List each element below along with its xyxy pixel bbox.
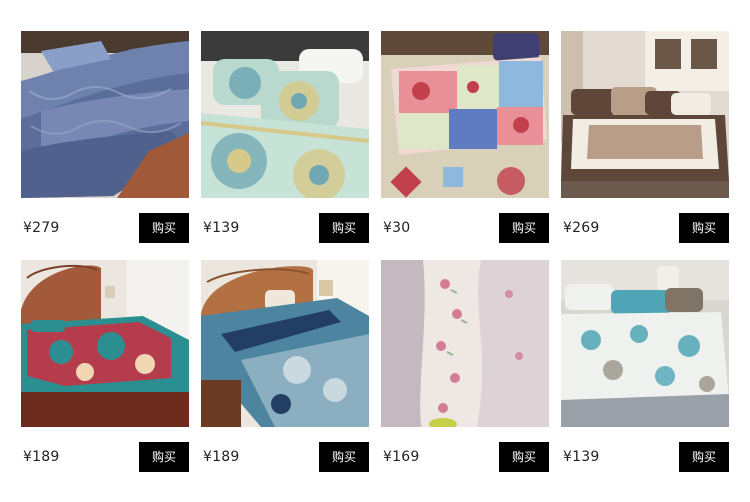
product-meta: ¥189 购买 bbox=[21, 442, 189, 472]
product-image[interactable] bbox=[381, 260, 549, 427]
product-price: ¥279 bbox=[23, 220, 60, 236]
product-image-graphic bbox=[561, 260, 729, 427]
buy-button[interactable]: 购买 bbox=[499, 213, 549, 243]
product-card: ¥139 购买 bbox=[561, 260, 729, 474]
product-image[interactable] bbox=[201, 31, 369, 198]
product-card: ¥189 购买 bbox=[21, 260, 189, 474]
product-image-graphic bbox=[561, 31, 729, 198]
product-meta: ¥269 购买 bbox=[561, 213, 729, 243]
product-price: ¥189 bbox=[203, 449, 240, 465]
product-image[interactable] bbox=[381, 31, 549, 198]
product-price: ¥30 bbox=[383, 220, 411, 236]
product-price: ¥269 bbox=[563, 220, 600, 236]
buy-button[interactable]: 购买 bbox=[319, 442, 369, 472]
buy-button[interactable]: 购买 bbox=[319, 213, 369, 243]
product-image[interactable] bbox=[561, 260, 729, 427]
buy-button[interactable]: 购买 bbox=[499, 442, 549, 472]
product-grid: ¥279 购买 ¥139 购买 ¥30 购买 ¥269 购买 ¥189 购买 ¥… bbox=[21, 31, 729, 474]
product-image-graphic bbox=[201, 260, 369, 427]
product-price: ¥139 bbox=[563, 449, 600, 465]
product-card: ¥169 购买 bbox=[381, 260, 549, 474]
product-card: ¥30 购买 bbox=[381, 31, 549, 245]
product-image-graphic bbox=[201, 31, 369, 198]
buy-button[interactable]: 购买 bbox=[139, 213, 189, 243]
product-card: ¥189 购买 bbox=[201, 260, 369, 474]
product-card: ¥269 购买 bbox=[561, 31, 729, 245]
product-image[interactable] bbox=[21, 260, 189, 427]
product-meta: ¥279 购买 bbox=[21, 213, 189, 243]
product-price: ¥169 bbox=[383, 449, 420, 465]
buy-button[interactable]: 购买 bbox=[679, 442, 729, 472]
product-image-graphic bbox=[381, 260, 549, 427]
product-image[interactable] bbox=[21, 31, 189, 198]
product-image[interactable] bbox=[561, 31, 729, 198]
product-meta: ¥169 购买 bbox=[381, 442, 549, 472]
product-card: ¥139 购买 bbox=[201, 31, 369, 245]
product-image-graphic bbox=[21, 260, 189, 427]
product-meta: ¥139 购买 bbox=[561, 442, 729, 472]
product-card: ¥279 购买 bbox=[21, 31, 189, 245]
buy-button[interactable]: 购买 bbox=[679, 213, 729, 243]
product-price: ¥189 bbox=[23, 449, 60, 465]
product-image[interactable] bbox=[201, 260, 369, 427]
product-meta: ¥30 购买 bbox=[381, 213, 549, 243]
product-meta: ¥189 购买 bbox=[201, 442, 369, 472]
product-image-graphic bbox=[21, 31, 189, 198]
product-image-graphic bbox=[381, 31, 549, 198]
product-price: ¥139 bbox=[203, 220, 240, 236]
product-meta: ¥139 购买 bbox=[201, 213, 369, 243]
buy-button[interactable]: 购买 bbox=[139, 442, 189, 472]
